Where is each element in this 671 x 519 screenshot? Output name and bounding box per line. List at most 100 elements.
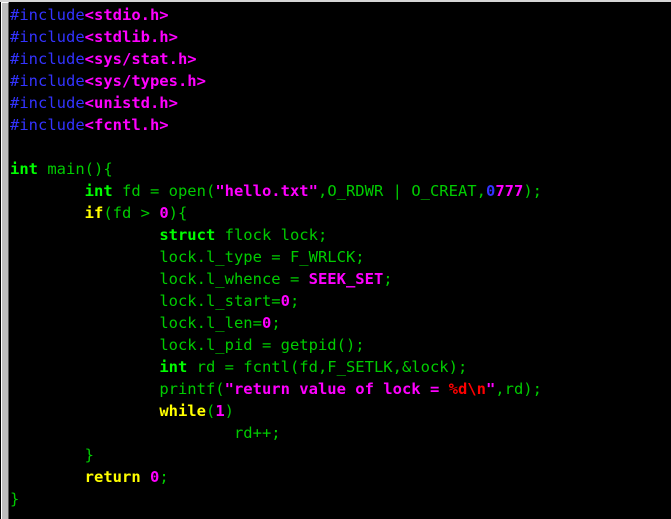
code-token: 0 [485, 182, 496, 200]
code-token: flock lock; [215, 226, 328, 244]
code-token: 0 [261, 314, 272, 332]
code-token: <sys/stat.h> [84, 50, 197, 68]
code-line[interactable]: #include<sys/stat.h> [10, 48, 671, 70]
code-line[interactable]: } [10, 444, 671, 466]
code-token: struct [159, 226, 216, 244]
code-token: ,rd); [495, 380, 542, 398]
code-token: ; [383, 270, 393, 288]
code-token: <sys/types.h> [84, 72, 206, 90]
code-token: F_WRLCK [289, 248, 356, 266]
code-token: ; [271, 314, 281, 332]
code-line[interactable]: #include<fcntl.h> [10, 114, 671, 136]
code-token: #include [10, 116, 85, 134]
code-token: ( [205, 402, 216, 420]
code-token: SEEK_SET [308, 270, 384, 288]
code-token: ; [159, 468, 169, 486]
code-token: ){ [168, 204, 188, 222]
code-line[interactable]: return 0; [10, 466, 671, 488]
code-line[interactable]: lock.l_pid = getpid(); [10, 334, 671, 356]
code-token: lock.l_type = [159, 248, 290, 266]
code-token: ; [289, 292, 300, 310]
code-token: " [485, 380, 496, 398]
code-line[interactable]: while(1) [10, 400, 671, 422]
code-token: lock.l_pid = getpid(); [159, 336, 365, 354]
code-token: 1 [215, 402, 225, 420]
code-token: , [317, 182, 328, 200]
code-line[interactable]: int rd = fcntl(fd,F_SETLK,&lock); [10, 356, 671, 378]
code-token: | [383, 182, 412, 200]
editor-window: #include<stdio.h> #include<stdlib.h> #incl… [0, 0, 671, 519]
code-line[interactable]: lock.l_start=0; [10, 290, 671, 312]
code-line[interactable]: #include<sys/types.h> [10, 70, 671, 92]
code-token: } [10, 490, 20, 508]
code-line[interactable]: #include<unistd.h> [10, 92, 671, 114]
code-text-area[interactable]: #include<stdio.h> #include<stdlib.h> #incl… [10, 4, 671, 519]
code-line[interactable]: } [10, 488, 671, 510]
code-token: ; [355, 248, 365, 266]
code-token: , [476, 182, 486, 200]
code-token: ~ [10, 512, 19, 519]
code-token: 0 [280, 292, 290, 310]
code-line[interactable]: printf("return value of lock = %d\n",rd)… [10, 378, 671, 400]
code-token: 0 [159, 204, 169, 222]
code-token: (fd > [103, 204, 160, 222]
code-token: <stdlib.h> [84, 28, 178, 46]
code-token: if [84, 204, 104, 222]
code-token: fd = open( [112, 182, 216, 200]
code-line[interactable]: struct flock lock; [10, 224, 671, 246]
code-line[interactable]: int fd = open("hello.txt",O_RDWR | O_CRE… [10, 180, 671, 202]
code-token: int [84, 182, 113, 200]
code-line[interactable]: rd++; [10, 422, 671, 444]
code-token: } [84, 446, 94, 464]
code-token: lock.l_whence = [159, 270, 309, 288]
vertical-scrollbar[interactable] [0, 2, 9, 519]
code-line[interactable]: #include<stdio.h> [10, 4, 671, 26]
code-line[interactable]: lock.l_len=0; [10, 312, 671, 334]
code-token: ) [224, 402, 235, 420]
code-token: #include [10, 94, 85, 112]
code-token: 0 [150, 468, 160, 486]
code-token: lock.l_len= [159, 314, 262, 332]
code-line[interactable]: if(fd > 0){ [10, 202, 671, 224]
code-token: ); [523, 182, 542, 200]
code-token: #include [10, 72, 85, 90]
code-token: #include [10, 6, 85, 24]
code-token: #include [10, 50, 85, 68]
code-token: rd = fcntl(fd, [187, 358, 328, 376]
code-token: "hello.txt" [215, 182, 318, 200]
code-token: rd++; [233, 424, 281, 442]
code-token: <stdio.h> [84, 6, 169, 24]
code-line[interactable]: ~ [10, 510, 671, 519]
code-token: int [159, 358, 188, 376]
code-line[interactable]: lock.l_whence = SEEK_SET; [10, 268, 671, 290]
code-line[interactable]: int main(){ [10, 158, 671, 180]
code-token: O_CREAT [411, 182, 477, 200]
code-token: 777 [495, 182, 524, 200]
code-token: O_RDWR [327, 182, 384, 200]
code-token: <fcntl.h> [84, 116, 169, 134]
code-token: while [159, 402, 206, 420]
code-line[interactable] [10, 136, 671, 158]
code-line[interactable]: lock.l_type = F_WRLCK; [10, 246, 671, 268]
scrollbar-thumb[interactable] [1, 2, 9, 519]
code-token: "return value of lock = [224, 380, 449, 398]
code-token: %d\n [448, 380, 486, 398]
code-token: int [10, 160, 38, 178]
code-token: printf( [159, 380, 225, 398]
code-token: lock.l_start= [159, 292, 281, 310]
code-line[interactable]: #include<stdlib.h> [10, 26, 671, 48]
code-token: ,&lock); [392, 358, 468, 376]
